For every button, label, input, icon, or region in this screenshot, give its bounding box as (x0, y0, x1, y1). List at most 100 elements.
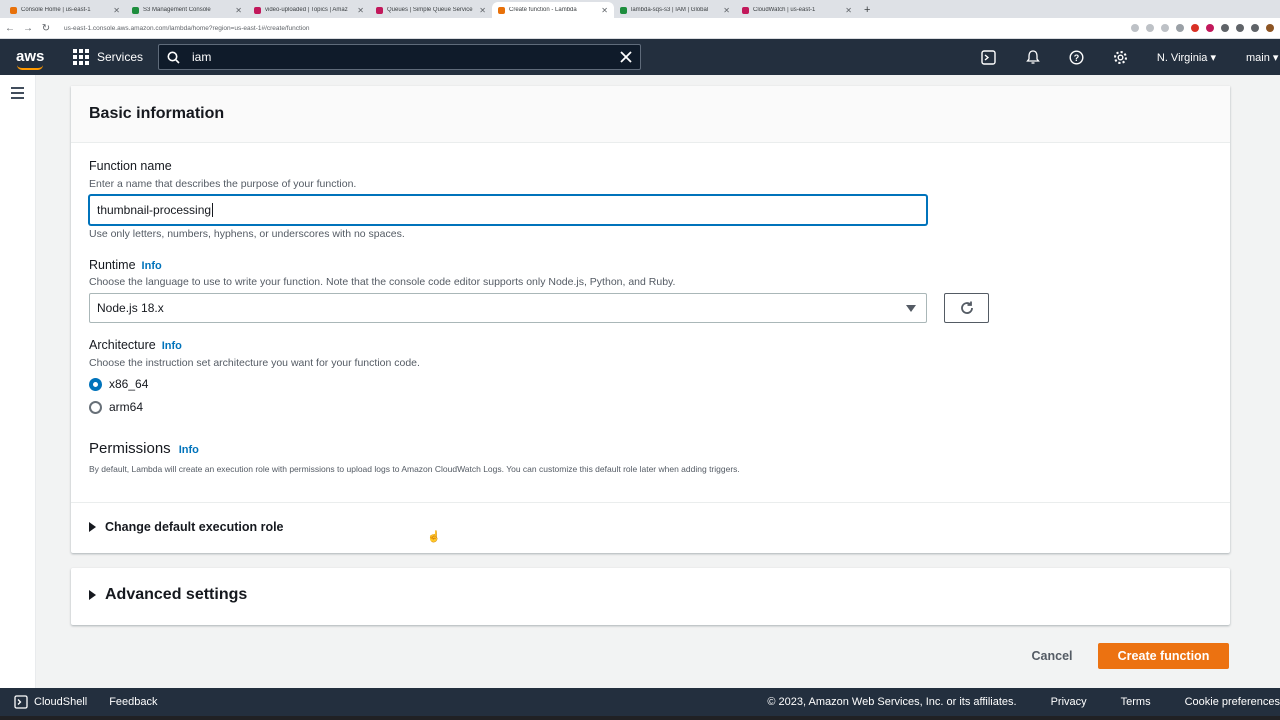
taskbar-strip (0, 716, 1280, 720)
cookie-preferences-link[interactable]: Cookie preferences (1185, 696, 1280, 708)
services-label: Services (97, 50, 144, 64)
function-name-value: thumbnail-processing (97, 203, 212, 217)
terms-link[interactable]: Terms (1121, 696, 1151, 708)
caret-right-icon (89, 522, 96, 532)
tab-favicon-icon (10, 6, 17, 14)
console-footer: CloudShell Feedback © 2023, Amazon Web S… (0, 688, 1280, 716)
extension-icon[interactable] (1176, 24, 1184, 32)
tab-favicon-icon (742, 6, 749, 14)
url-field[interactable]: us-east-1.console.aws.amazon.com/lambda/… (64, 25, 1131, 32)
architecture-label: Architecture Info (89, 338, 182, 352)
left-side-rail (0, 75, 36, 688)
function-name-description: Enter a name that describes the purpose … (89, 178, 357, 190)
feedback-link[interactable]: Feedback (109, 696, 157, 708)
text-caret (212, 203, 214, 217)
architecture-option-x86-64[interactable]: x86_64 (89, 377, 148, 391)
tab-close-icon[interactable]: ✕ (479, 6, 486, 15)
browser-tab-bar: Console Home | us-east-1 ✕ S3 Management… (0, 0, 1280, 18)
search-value: iam (192, 50, 212, 64)
profile-avatar[interactable] (1266, 24, 1274, 32)
extension-icon[interactable] (1221, 24, 1229, 32)
section-title: Basic information (89, 105, 225, 122)
tab-close-icon[interactable]: ✕ (235, 6, 242, 15)
browser-address-bar: ← → ↻ us-east-1.console.aws.amazon.com/l… (0, 18, 1280, 39)
advanced-settings-panel: Advanced settings (71, 568, 1230, 625)
tab-close-icon[interactable]: ✕ (845, 6, 852, 15)
permissions-title-text: Permissions (89, 440, 171, 457)
create-function-button[interactable]: Create function (1098, 643, 1229, 669)
advanced-settings-expander[interactable]: Advanced settings (89, 586, 247, 604)
forward-arrow-icon[interactable]: → (20, 23, 36, 34)
clear-search-icon[interactable] (620, 51, 632, 63)
gear-icon[interactable] (1099, 50, 1143, 65)
copyright-text: © 2023, Amazon Web Services, Inc. or its… (767, 696, 1017, 708)
search-input[interactable]: iam (158, 44, 642, 70)
tab-favicon-icon (132, 6, 139, 14)
architecture-option-arm64[interactable]: arm64 (89, 400, 143, 414)
browser-tab[interactable]: Queues | Simple Queue Service ✕ (370, 2, 492, 18)
new-tab-plus-icon[interactable]: + (864, 2, 870, 18)
account-menu[interactable]: main ▾ (1246, 51, 1280, 64)
cancel-button[interactable]: Cancel (1020, 643, 1084, 669)
puzzle-icon[interactable] (1251, 24, 1259, 32)
tab-close-icon[interactable]: ✕ (113, 6, 120, 15)
architecture-label-text: Architecture (89, 338, 156, 352)
tab-close-icon[interactable]: ✕ (723, 6, 730, 15)
architecture-option-label: arm64 (109, 400, 144, 414)
aws-top-nav: aws Services iam ? N. Virginia ▾ main ▾ (0, 39, 1280, 75)
services-menu-button[interactable]: Services (73, 49, 143, 65)
function-name-constraint: Use only letters, numbers, hyphens, or u… (89, 228, 405, 240)
cloudshell-icon (14, 695, 28, 709)
bookmark-star-icon[interactable] (1161, 24, 1169, 32)
back-arrow-icon[interactable]: ← (2, 23, 18, 34)
search-icon (167, 51, 180, 64)
caret-right-icon (89, 590, 96, 600)
tab-favicon-icon (376, 6, 383, 14)
extension-icon[interactable] (1206, 24, 1214, 32)
browser-tab[interactable]: CloudWatch | us-east-1 ✕ (736, 2, 858, 18)
tab-label: Create function - Lambda (509, 7, 577, 13)
permissions-description: By default, Lambda will create an execut… (89, 464, 740, 474)
cloudshell-icon[interactable] (967, 49, 1011, 65)
browser-tab[interactable]: S3 Management Console ✕ (126, 2, 248, 18)
refresh-runtimes-button[interactable] (944, 293, 989, 323)
browser-tab[interactable]: lambda-sqs-s3 | IAM | Global ✕ (614, 2, 736, 18)
change-execution-role-expander[interactable]: Change default execution role (89, 520, 284, 534)
help-icon[interactable]: ? (1055, 49, 1099, 65)
panel-header: Basic information (71, 86, 1230, 143)
divider (71, 502, 1230, 503)
radio-checked-icon[interactable] (89, 377, 102, 391)
zoom-icon[interactable] (1131, 24, 1139, 32)
privacy-link[interactable]: Privacy (1051, 696, 1087, 708)
extension-icon[interactable] (1191, 24, 1199, 32)
function-name-input[interactable]: thumbnail-processing (89, 195, 927, 225)
tab-close-icon[interactable]: ✕ (601, 6, 608, 15)
runtime-selected-value: Node.js 18.x (97, 301, 164, 315)
share-icon[interactable] (1146, 24, 1154, 32)
hamburger-menu-icon[interactable] (11, 87, 24, 102)
architecture-info-link[interactable]: Info (162, 340, 182, 352)
account-label: main (1246, 51, 1270, 64)
browser-tab[interactable]: video-uploaded | Topics | Amaz ✕ (248, 2, 370, 18)
tab-label: Queues | Simple Queue Service (387, 7, 473, 13)
mouse-cursor-icon: ☝ (427, 531, 441, 543)
runtime-select[interactable]: Node.js 18.x (89, 293, 927, 323)
bell-icon[interactable] (1011, 49, 1055, 65)
radio-unchecked-icon[interactable] (89, 400, 102, 414)
footer-links: © 2023, Amazon Web Services, Inc. or its… (767, 696, 1280, 708)
runtime-description: Choose the language to use to write your… (89, 276, 676, 288)
grid-icon (73, 49, 89, 65)
basic-information-panel: Basic information Function name Enter a … (71, 86, 1230, 553)
region-selector[interactable]: N. Virginia ▾ (1157, 51, 1216, 64)
extension-icon[interactable] (1236, 24, 1244, 32)
permissions-info-link[interactable]: Info (179, 444, 199, 456)
tab-close-icon[interactable]: ✕ (357, 6, 364, 15)
cloudshell-button[interactable]: CloudShell (14, 695, 87, 709)
tab-label: video-uploaded | Topics | Amaz (265, 7, 348, 13)
reload-icon[interactable]: ↻ (38, 23, 54, 34)
browser-tab-active[interactable]: Create function - Lambda ✕ (492, 2, 614, 18)
runtime-info-link[interactable]: Info (142, 260, 162, 272)
aws-logo[interactable]: aws (16, 49, 44, 70)
function-name-label: Function name (89, 159, 172, 173)
browser-tab[interactable]: Console Home | us-east-1 ✕ (4, 2, 126, 18)
